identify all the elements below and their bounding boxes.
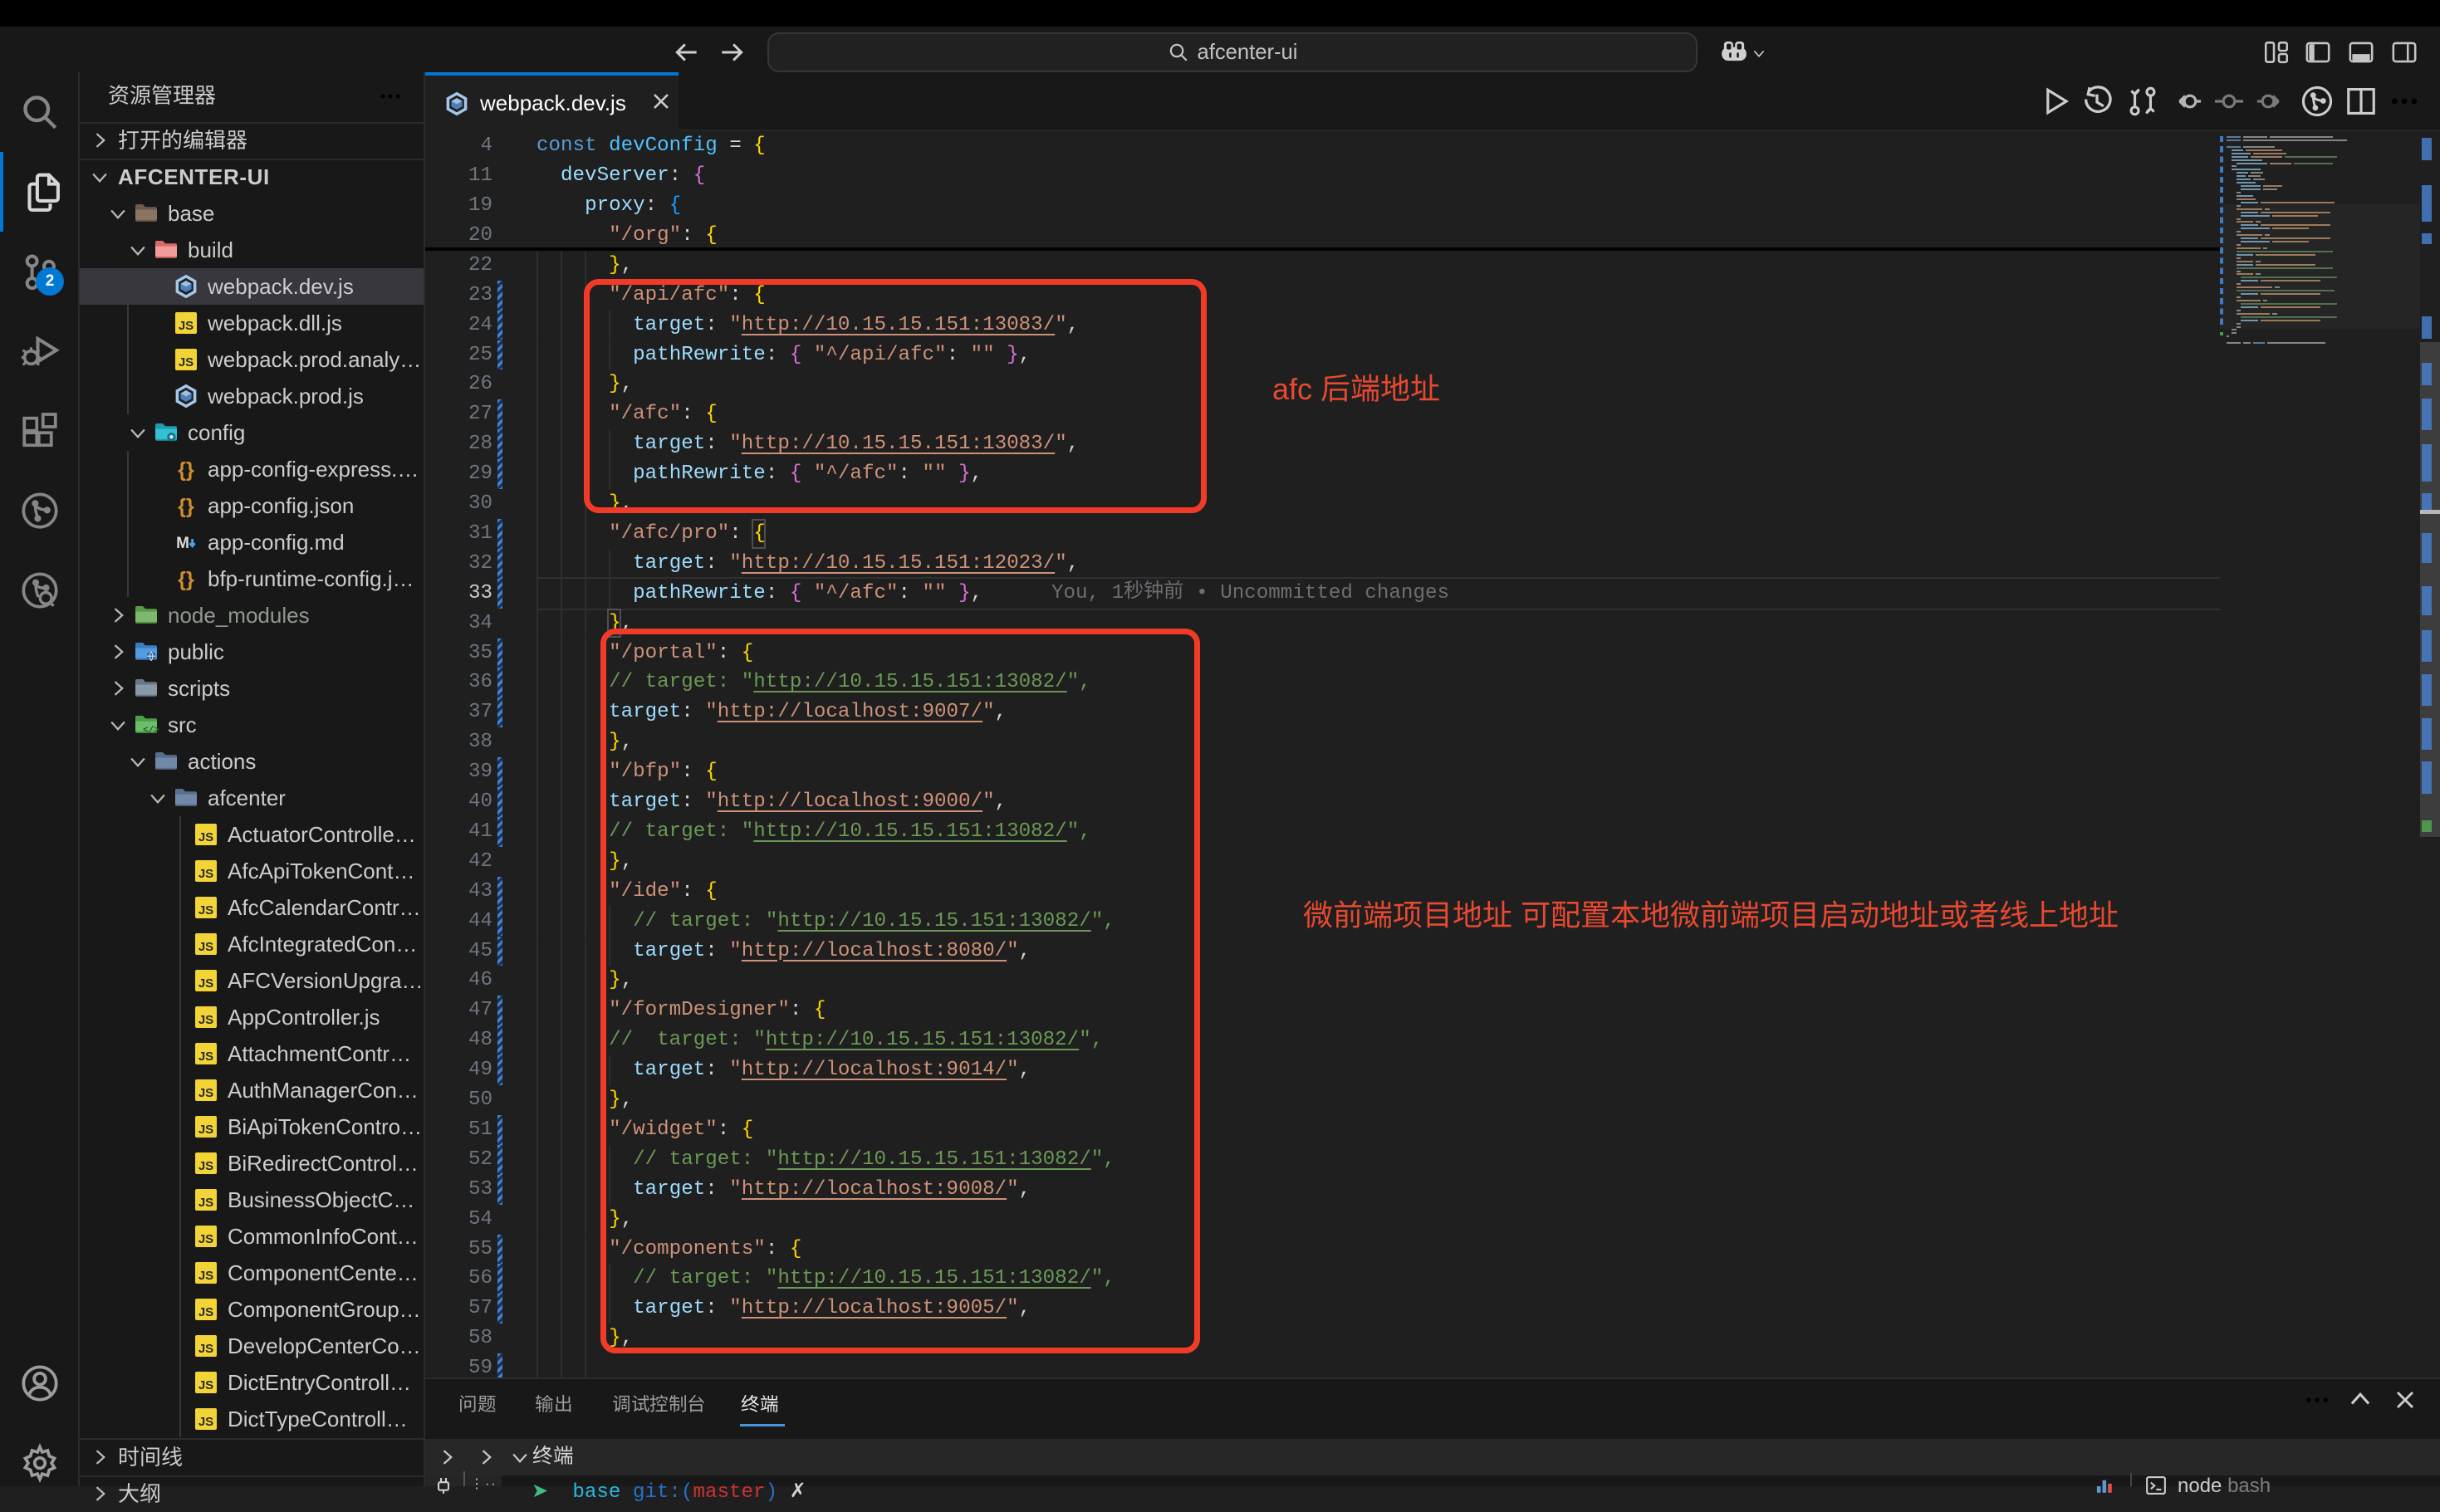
- svg-text:</>: </>: [143, 726, 159, 736]
